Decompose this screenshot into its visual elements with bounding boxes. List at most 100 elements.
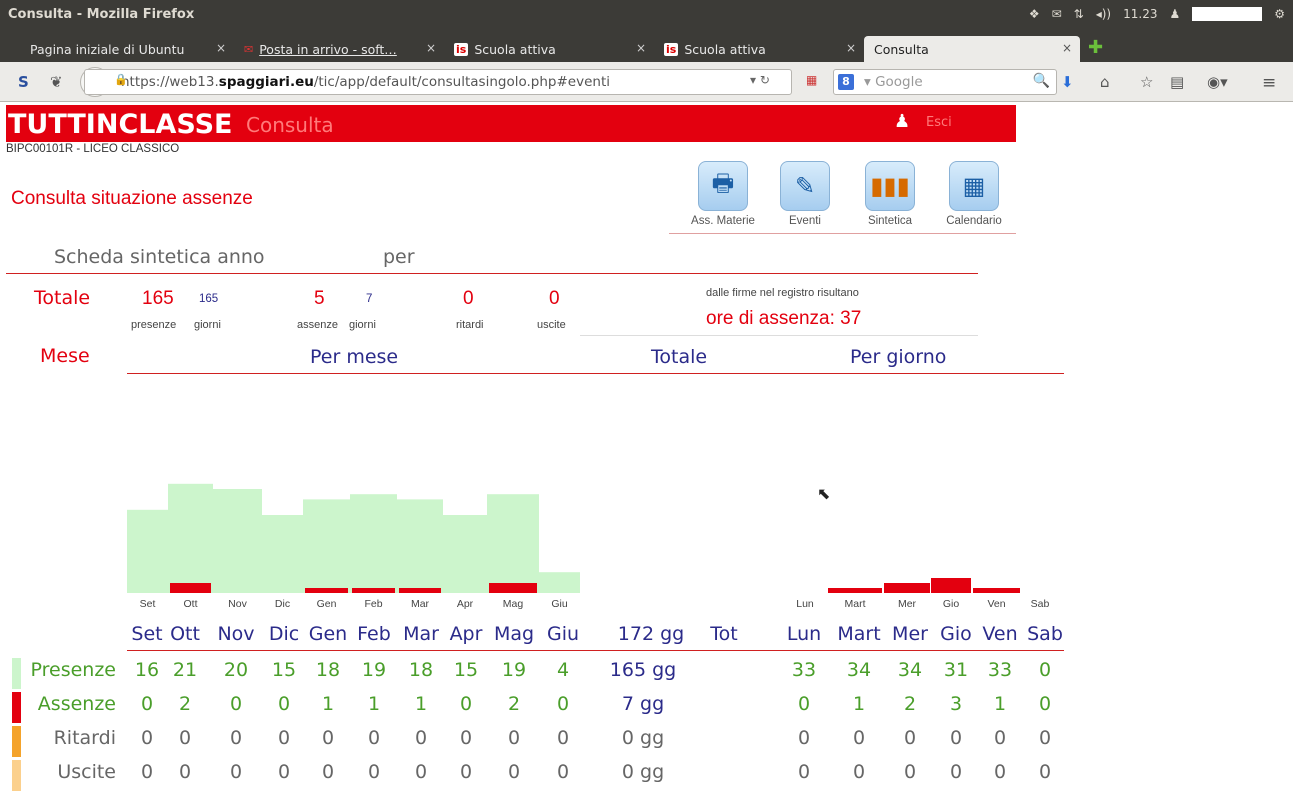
day-cell: 0	[1038, 693, 1052, 715]
sintetica-button[interactable]: ▮▮▮ Sintetica	[850, 161, 930, 227]
skype-icon[interactable]: S	[18, 73, 29, 91]
month-cell: 21	[172, 659, 198, 681]
month-cell: 0	[367, 761, 381, 783]
bookmarks-list-icon[interactable]: ▤	[1170, 73, 1184, 91]
month-header: Ott	[170, 623, 200, 645]
addon-icon[interactable]: ❦	[50, 73, 63, 91]
tick-label: Giu	[551, 598, 568, 610]
month-header: Apr	[449, 623, 483, 645]
tick-label: Mar	[411, 598, 430, 610]
day-cell: 0	[797, 693, 811, 715]
close-icon[interactable]: ×	[426, 41, 436, 55]
ritardi-total: 0	[463, 288, 474, 309]
bar-presenze-set	[127, 509, 168, 593]
mouse-cursor: ⬉	[817, 484, 831, 503]
is-icon: is	[664, 42, 679, 56]
per-giorno-header: Per giorno	[850, 346, 947, 368]
logout-link[interactable]: Esci	[926, 115, 952, 130]
search-icon[interactable]: 🔍	[1033, 73, 1050, 89]
settings-gear-icon[interactable]: ⚙	[1274, 7, 1285, 21]
lock-icon[interactable]: 🔒	[114, 73, 128, 86]
assenze-total: 5	[314, 288, 325, 309]
toolbar-divider	[669, 233, 1016, 234]
close-icon[interactable]: ×	[846, 41, 856, 55]
brand-subtitle: Consulta	[246, 113, 334, 137]
search-box[interactable]: 8 ▾ Google 🔍	[833, 69, 1057, 95]
volume-icon[interactable]: ◂))	[1096, 7, 1111, 21]
month-cell: 0	[321, 727, 335, 749]
clock[interactable]: 11.23	[1123, 7, 1157, 21]
month-header: Mar	[403, 623, 439, 645]
calendar-addon-icon[interactable]: ▦	[806, 73, 817, 87]
ass-materie-button[interactable]: 🖶 Ass. Materie	[683, 161, 763, 227]
network-icon[interactable]: ⇅	[1074, 7, 1084, 21]
close-icon[interactable]: ×	[1062, 41, 1072, 55]
month-cell: 0	[229, 761, 243, 783]
home-icon[interactable]: ⌂	[1100, 73, 1110, 91]
addon-dropdown-icon[interactable]: ◉▾	[1207, 73, 1228, 91]
assenze-giorni: 7	[366, 293, 373, 305]
close-icon[interactable]: ×	[636, 41, 646, 55]
day-cell: 0	[1038, 727, 1052, 749]
month-cell: 18	[315, 659, 341, 681]
tab-ubuntu[interactable]: Pagina iniziale di Ubuntu ×	[20, 36, 234, 62]
tab-scuola-attiva-2[interactable]: is Scuola attiva ×	[654, 36, 864, 62]
presenze-giorni: 165	[199, 293, 219, 305]
bar-assenze-ott	[170, 583, 211, 593]
bar-assenze-mer	[884, 583, 930, 593]
month-cell: 2	[507, 693, 521, 715]
bar-assenze-ven	[973, 588, 1020, 593]
tab-consulta[interactable]: Consulta ×	[864, 36, 1080, 62]
month-cell: 1	[367, 693, 381, 715]
brand-logo[interactable]: TUTTINCLASSE	[8, 109, 232, 140]
bar-assenze-gen	[305, 588, 348, 593]
caption-assenze: assenze	[297, 319, 338, 331]
bar-presenze-ott	[168, 483, 213, 593]
month-header: Mag	[493, 623, 535, 645]
month-cell: 0	[178, 727, 192, 749]
tick-label: Gio	[943, 598, 960, 610]
total-cell: 165 gg	[609, 659, 677, 681]
url-prefix: https://web13.	[121, 74, 219, 90]
ore-assenza: ore di assenza: 37	[706, 308, 862, 329]
mail-tray-icon[interactable]: ✉	[1052, 7, 1062, 21]
pencil-notepad-icon: ✎	[780, 161, 830, 211]
dropbox-icon[interactable]: ❖	[1029, 7, 1040, 21]
month-cell: 0	[507, 761, 521, 783]
page-content: TUTTINCLASSE Consulta ♟ Esci BIPC00101R …	[0, 103, 1293, 791]
reload-icon[interactable]: ▾ ↻	[750, 73, 770, 87]
google-icon[interactable]: 8	[838, 74, 854, 90]
tot-header: Tot	[710, 623, 738, 645]
tab-scuola-attiva-1[interactable]: is Scuola attiva ×	[444, 36, 654, 62]
menu-icon[interactable]: ≡	[1262, 73, 1276, 93]
window-title: Consulta - Mozilla Firefox	[8, 7, 195, 22]
close-icon[interactable]: ×	[216, 41, 226, 55]
bookmark-star-icon[interactable]: ☆	[1140, 73, 1153, 91]
month-cell: 2	[178, 693, 192, 715]
month-cell: 0	[277, 761, 291, 783]
tick-label: Mer	[898, 598, 917, 610]
eventi-button[interactable]: ✎ Eventi	[765, 161, 845, 227]
tool-label: Eventi	[789, 215, 821, 227]
month-cell: 0	[556, 761, 570, 783]
system-tray: ❖ ✉ ⇅ ◂)) 11.23 ♟ ⚙	[1029, 7, 1285, 21]
user-icon[interactable]: ♟	[894, 111, 910, 132]
url-bar[interactable]: https://web13.spaggiari.eu/tic/app/defau…	[84, 69, 792, 95]
search-placeholder: ▾ Google	[864, 74, 923, 90]
month-cell: 0	[277, 693, 291, 715]
row-label: Presenze	[30, 659, 117, 681]
month-cell: 1	[414, 693, 428, 715]
tick-label: Gen	[317, 598, 337, 610]
tool-label: Calendario	[946, 215, 1002, 227]
user-tray-icon[interactable]: ♟	[1169, 7, 1180, 21]
scheda-label: Scheda sintetica anno	[54, 246, 265, 268]
tab-label: Consulta	[874, 41, 929, 57]
month-cell: 0	[556, 727, 570, 749]
download-icon[interactable]: ⬇	[1061, 73, 1074, 91]
calendario-button[interactable]: ▦ Calendario	[934, 161, 1014, 227]
bar-chart-icon: ▮▮▮	[865, 161, 915, 211]
tab-mail[interactable]: ✉ Posta in arrivo - soft… ×	[234, 36, 444, 62]
new-tab-button[interactable]: ✚	[1088, 37, 1103, 58]
month-cell: 15	[453, 659, 479, 681]
tick-label: Ott	[183, 598, 197, 610]
